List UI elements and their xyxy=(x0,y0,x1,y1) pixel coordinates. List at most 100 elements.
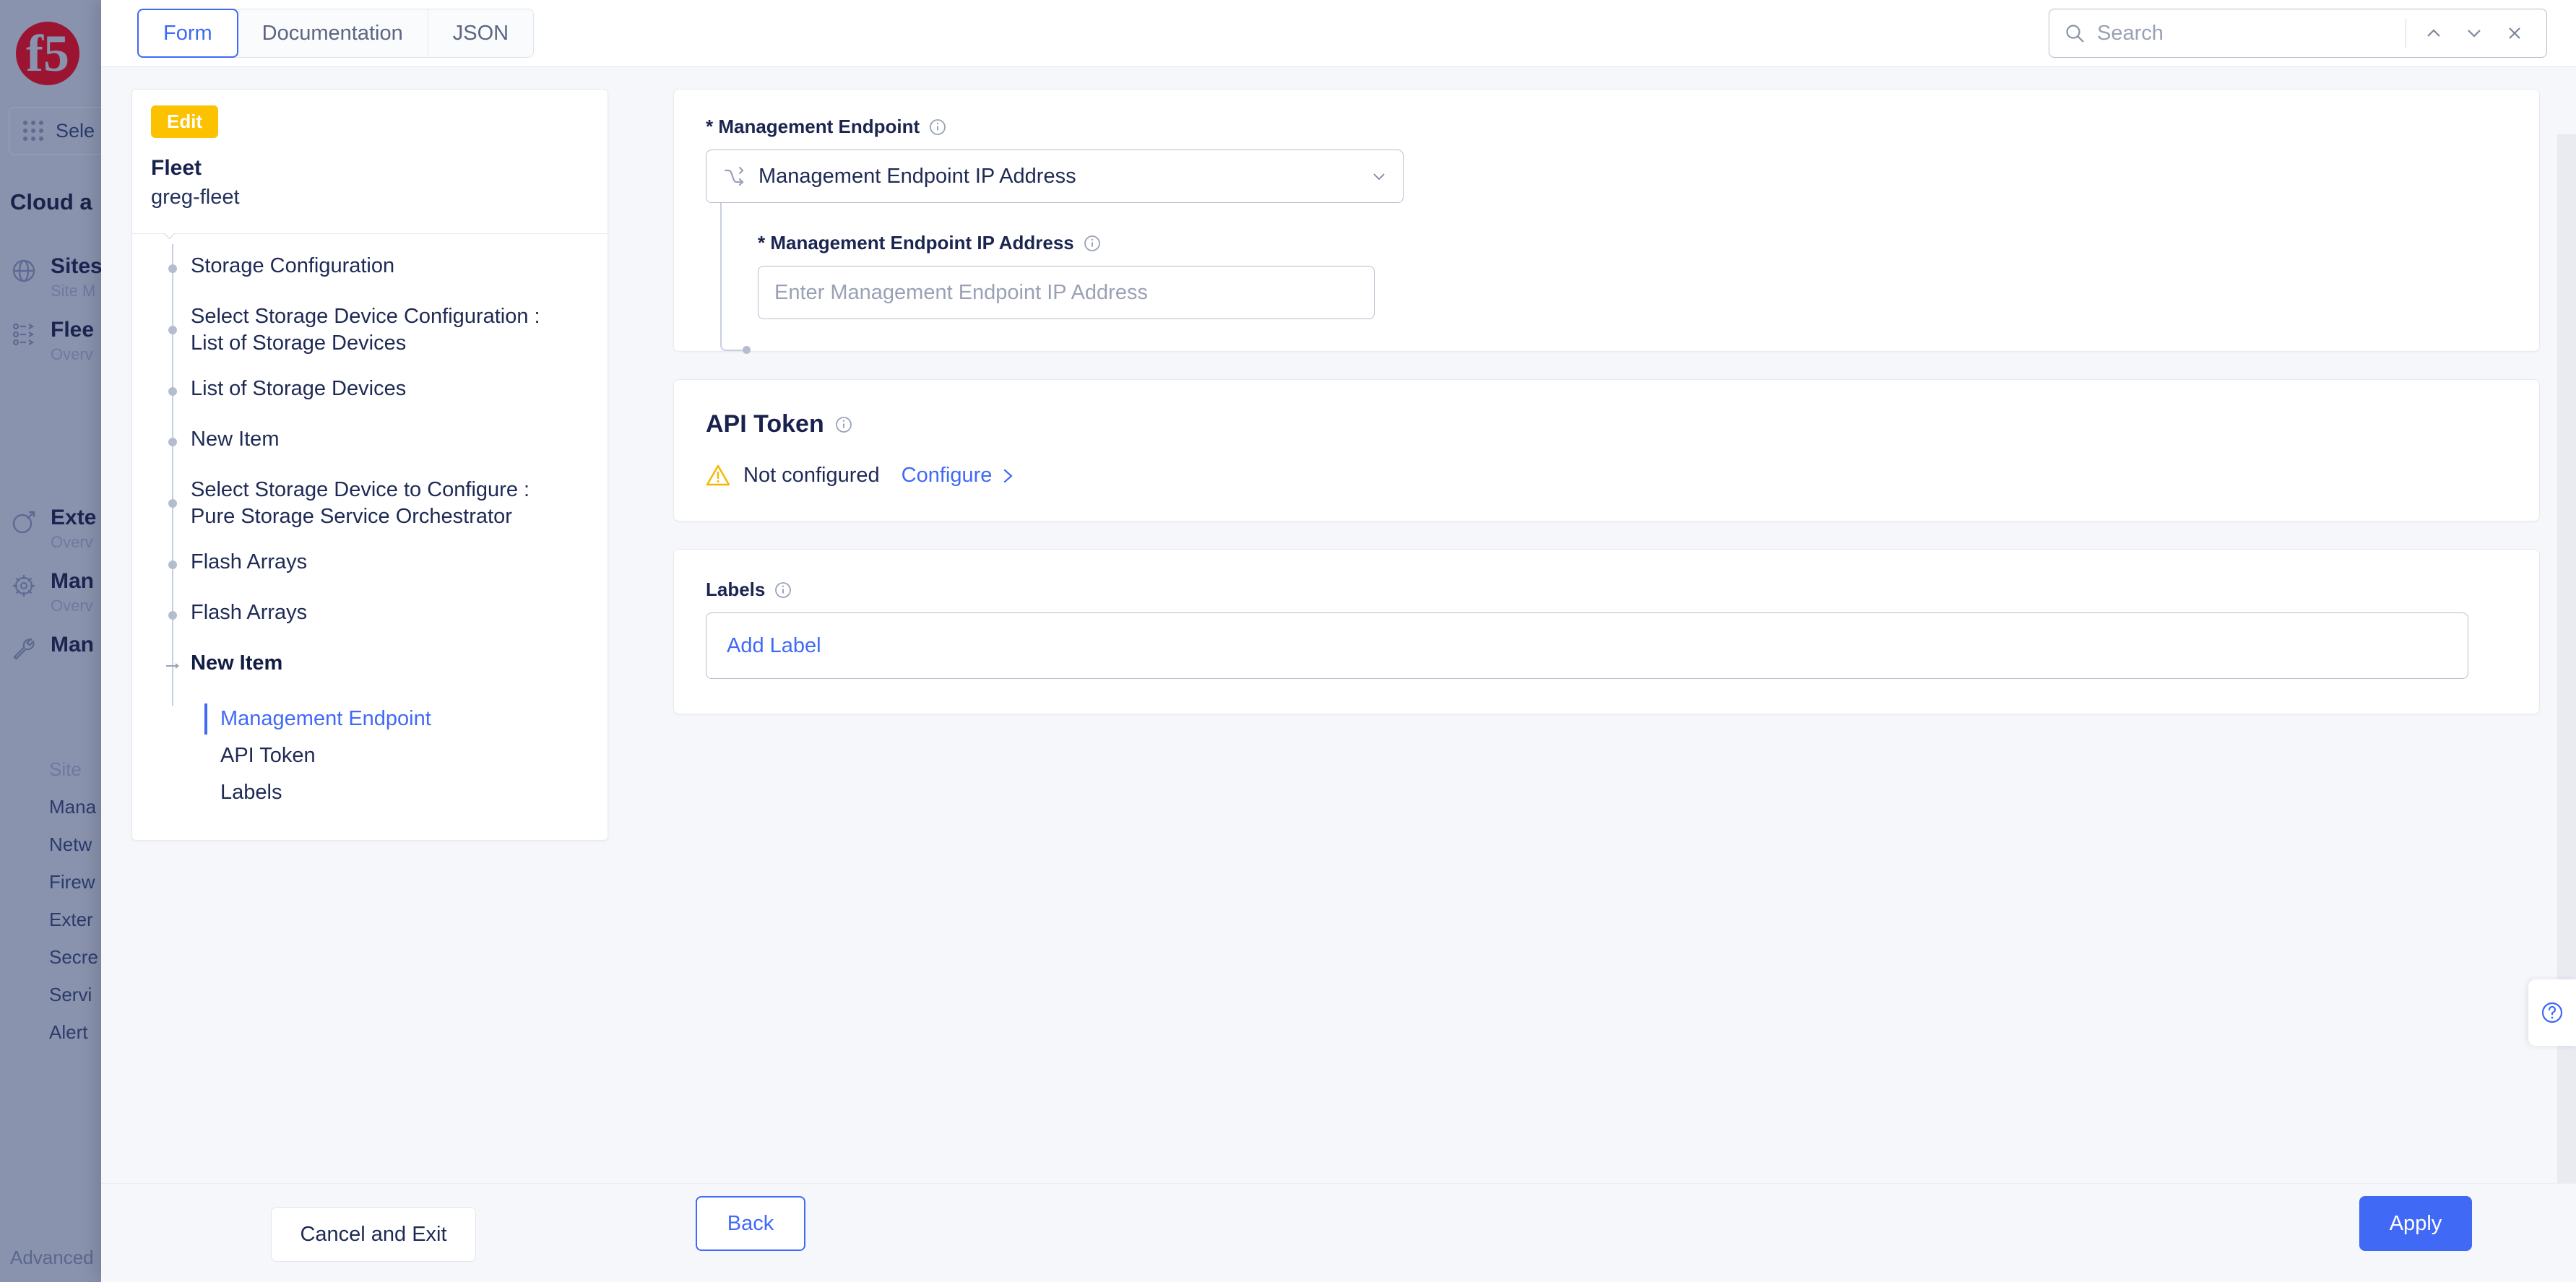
configure-link-text: Configure xyxy=(902,464,993,488)
svg-text:f5: f5 xyxy=(26,25,69,82)
labels-input-box[interactable]: Add Label xyxy=(706,612,2468,679)
search-input[interactable] xyxy=(2097,22,2398,46)
sidebar-subitem-2[interactable]: Netw xyxy=(0,833,116,856)
tree-child-api-token[interactable]: API Token xyxy=(204,737,608,774)
sidebar-subitem-7[interactable]: Alert xyxy=(0,1021,116,1044)
tree-node-dot xyxy=(168,560,177,569)
tree-node-current[interactable]: New Item xyxy=(132,650,608,682)
tree-node[interactable]: Flash Arrays xyxy=(132,599,608,631)
tree-node-label: New Item xyxy=(191,650,282,677)
sidebar-subitem-4[interactable]: Exter xyxy=(0,909,116,931)
sidebar-subitem-1[interactable]: Mana xyxy=(0,796,116,818)
api-token-title-text: API Token xyxy=(706,410,824,438)
tree-node-list: Storage Configuration Select Storage Dev… xyxy=(132,234,608,840)
sidebar-item-label: Man xyxy=(51,569,94,594)
wizard-footer: Cancel and Exit Back Apply xyxy=(101,1183,2576,1282)
tree-node[interactable]: Select Storage Device Configuration : Li… xyxy=(132,303,608,357)
labels-card: Labels Add Label xyxy=(673,549,2540,714)
sidebar-item-managed-k8s[interactable]: Man Overv xyxy=(0,569,116,615)
api-token-card: API Token Not c xyxy=(673,379,2540,521)
chevron-right-icon xyxy=(1000,467,1015,484)
wizard-topbar: Form Documentation JSON xyxy=(101,0,2576,67)
tree-child-management-endpoint[interactable]: Management Endpoint xyxy=(204,701,608,737)
tree-node-label: Storage Configuration xyxy=(191,253,394,280)
tree-node-label: Flash Arrays xyxy=(191,549,307,576)
warning-triangle-icon xyxy=(706,463,730,488)
wizard-step-tree: Edit Fleet greg-fleet Storage Configurat… xyxy=(131,89,608,841)
management-endpoint-select-value: Management Endpoint IP Address xyxy=(758,165,1370,189)
configure-api-token-link[interactable]: Configure xyxy=(902,464,1016,488)
tree-node-dot xyxy=(168,326,177,334)
chevron-down-icon xyxy=(1370,167,1388,186)
tree-node[interactable]: New Item xyxy=(132,426,608,458)
tab-form[interactable]: Form xyxy=(137,9,238,58)
tree-node-label: Flash Arrays xyxy=(191,599,307,626)
chevron-down-icon[interactable] xyxy=(2454,13,2494,53)
configuration-wizard-modal: Form Documentation JSON xyxy=(101,0,2576,1282)
tree-node-label: Select Storage Device Configuration : Li… xyxy=(191,303,574,357)
management-endpoint-select[interactable]: Management Endpoint IP Address xyxy=(706,150,1404,203)
wizard-body: Edit Fleet greg-fleet Storage Configurat… xyxy=(101,67,2576,1183)
info-icon[interactable] xyxy=(774,581,792,599)
add-label-link[interactable]: Add Label xyxy=(727,634,821,658)
branch-icon xyxy=(722,165,745,188)
app-background: f5 Sele Cloud a xyxy=(0,0,116,1282)
help-button[interactable] xyxy=(2528,979,2576,1046)
sidebar-item-subtitle: Overv xyxy=(51,533,96,552)
sidebar-item-fleets[interactable]: Flee Overv xyxy=(0,318,116,364)
view-mode-tabs: Form Documentation JSON xyxy=(137,9,534,58)
sidebar-item-label: Flee xyxy=(51,318,94,342)
back-button[interactable]: Back xyxy=(696,1196,805,1251)
close-icon[interactable] xyxy=(2494,13,2535,53)
sidebar-subitem-0[interactable]: Site xyxy=(0,758,116,781)
info-icon[interactable] xyxy=(834,415,853,434)
tree-node-dot xyxy=(168,387,177,396)
sidebar-item-subtitle: Overv xyxy=(51,345,94,364)
sidebar-item-label: Man xyxy=(51,633,94,657)
tree-node[interactable]: Storage Configuration xyxy=(132,253,608,285)
wrench-icon xyxy=(10,636,38,663)
sidebar-item-label: Sites xyxy=(51,254,103,279)
external-icon xyxy=(10,508,38,536)
management-endpoint-ip-input[interactable] xyxy=(758,266,1375,319)
sidebar-item-external[interactable]: Exte Overv xyxy=(0,506,116,552)
sidebar-item-subtitle: Site M xyxy=(51,282,103,300)
sidebar-subitem-3[interactable]: Firew xyxy=(0,871,116,893)
apply-button[interactable]: Apply xyxy=(2359,1196,2472,1251)
tree-node-dot xyxy=(168,499,177,508)
chevron-up-icon[interactable] xyxy=(2413,13,2454,53)
management-endpoint-ip-label: * Management Endpoint IP Address xyxy=(758,232,2507,254)
nav-section-title: Cloud a xyxy=(10,189,92,215)
tab-documentation[interactable]: Documentation xyxy=(238,9,428,57)
tree-child-labels[interactable]: Labels xyxy=(204,774,608,811)
tree-node-dot xyxy=(168,438,177,446)
arrow-right-icon xyxy=(165,660,181,672)
tree-node-label: New Item xyxy=(191,426,279,453)
fleet-icon xyxy=(10,321,38,348)
tree-node-label: Select Storage Device to Configure : Pur… xyxy=(191,477,574,530)
sidebar-item-label: Exte xyxy=(51,506,96,530)
sidebar-advanced-toggle[interactable]: Advanced xyxy=(10,1247,94,1269)
help-circle-icon xyxy=(2540,1000,2564,1025)
tab-json[interactable]: JSON xyxy=(428,9,533,57)
sidebar-item-manage[interactable]: Man xyxy=(0,633,116,663)
tree-node-dot xyxy=(168,264,177,273)
tree-node[interactable]: Select Storage Device to Configure : Pur… xyxy=(132,477,608,530)
tree-node-label: List of Storage Devices xyxy=(191,376,406,402)
cancel-and-exit-button[interactable]: Cancel and Exit xyxy=(271,1207,476,1262)
management-endpoint-label-text: * Management Endpoint xyxy=(706,116,920,138)
sidebar-item-sites[interactable]: Sites Site M xyxy=(0,254,116,300)
edit-mode-badge: Edit xyxy=(151,105,218,138)
info-icon[interactable] xyxy=(1083,234,1102,253)
sidebar-subitem-5[interactable]: Secre xyxy=(0,946,116,969)
tree-node[interactable]: List of Storage Devices xyxy=(132,376,608,407)
background-left-nav: f5 Sele Cloud a xyxy=(0,0,116,1282)
management-endpoint-ip-label-text: * Management Endpoint IP Address xyxy=(758,232,1074,254)
api-token-status-text: Not configured xyxy=(743,464,880,488)
sidebar-subitem-6[interactable]: Servi xyxy=(0,984,116,1006)
form-content-area: * Management Endpoint xyxy=(637,67,2576,1183)
info-icon[interactable] xyxy=(928,118,947,137)
tree-node[interactable]: Flash Arrays xyxy=(132,549,608,581)
namespace-selector[interactable]: Sele xyxy=(9,107,116,155)
nested-field-dot xyxy=(743,346,751,354)
